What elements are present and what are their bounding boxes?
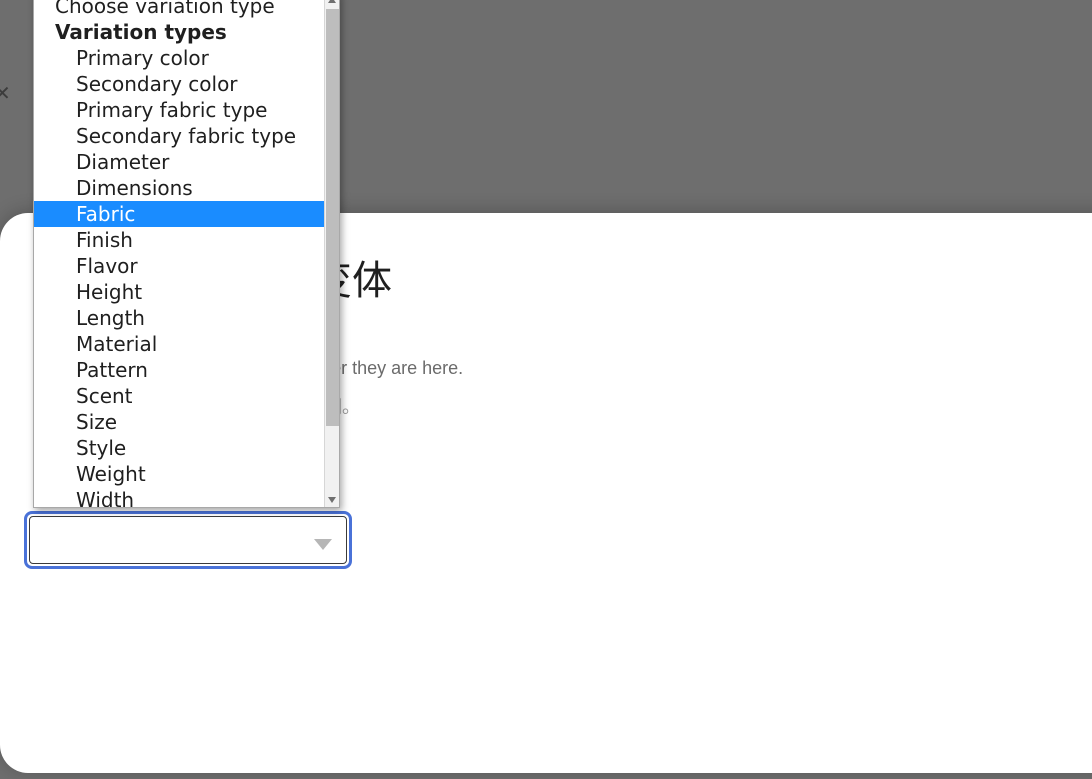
- dropdown-scrollbar[interactable]: [324, 0, 339, 507]
- variation-type-select-box[interactable]: [29, 516, 347, 564]
- triangle-up-icon[interactable]: [325, 0, 339, 8]
- dropdown-option[interactable]: Finish: [34, 227, 325, 253]
- dropdown-option[interactable]: Primary color: [34, 45, 325, 71]
- dropdown-option-selected[interactable]: Fabric: [34, 201, 325, 227]
- dropdown-option-list[interactable]: Choose variation type Variation types Prim…: [34, 0, 325, 507]
- dropdown-option[interactable]: Size: [34, 409, 325, 435]
- dropdown-option[interactable]: Style: [34, 435, 325, 461]
- dropdown-option[interactable]: Pattern: [34, 357, 325, 383]
- screen: ✕ 添加变体 yers will see them in the order t…: [0, 0, 1092, 779]
- triangle-down-icon[interactable]: [325, 492, 339, 507]
- dropdown-option[interactable]: Length: [34, 305, 325, 331]
- dropdown-option[interactable]: Secondary fabric type: [34, 123, 325, 149]
- dropdown-option[interactable]: Height: [34, 279, 325, 305]
- dropdown-option[interactable]: Flavor: [34, 253, 325, 279]
- dropdown-option[interactable]: Primary fabric type: [34, 97, 325, 123]
- close-icon[interactable]: ✕: [0, 82, 16, 104]
- variation-type-dropdown[interactable]: Choose variation type Variation types Prim…: [33, 0, 340, 508]
- variation-type-select[interactable]: [24, 511, 352, 569]
- dropdown-option[interactable]: Material: [34, 331, 325, 357]
- scrollbar-thumb[interactable]: [326, 9, 339, 426]
- dropdown-option[interactable]: Variation types: [34, 19, 325, 45]
- dropdown-option[interactable]: Choose variation type: [34, 0, 325, 19]
- chevron-down-icon: [314, 539, 332, 550]
- dropdown-option[interactable]: Weight: [34, 461, 325, 487]
- dropdown-option[interactable]: Diameter: [34, 149, 325, 175]
- dropdown-option[interactable]: Width: [34, 487, 325, 507]
- dropdown-option[interactable]: Secondary color: [34, 71, 325, 97]
- dropdown-option[interactable]: Scent: [34, 383, 325, 409]
- dropdown-option[interactable]: Dimensions: [34, 175, 325, 201]
